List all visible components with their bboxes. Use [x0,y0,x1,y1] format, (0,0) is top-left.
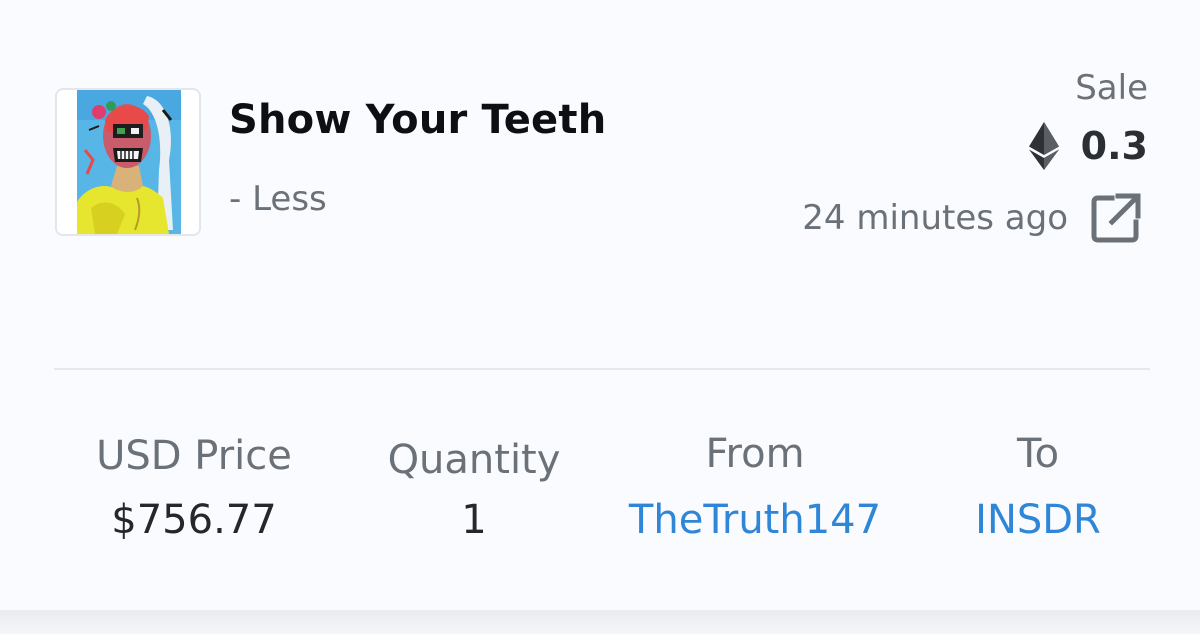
stat-usd-price: USD Price $756.77 [74,430,314,546]
event-type-label: Sale [1075,68,1148,108]
stat-from: From TheTruth147 [600,430,910,546]
time-ago: 24 minutes ago [802,198,1068,238]
to-address-link[interactable]: INSDR [950,494,1126,546]
from-address-link[interactable]: TheTruth147 [600,494,910,546]
transaction-card: Show Your Teeth - Less Sale 0.3 24 minut… [0,0,1200,610]
bottom-shade [0,610,1200,634]
time-row: 24 minutes ago [802,190,1144,246]
usd-price-label: USD Price [96,433,292,479]
from-label: From [705,431,805,477]
eth-price-value: 0.3 [1080,124,1148,168]
divider [54,368,1150,370]
nft-artwork-image [77,90,181,234]
nft-thumbnail[interactable] [55,88,201,236]
stat-to: To INSDR [950,430,1126,546]
price-row: 0.3 [1028,122,1148,170]
quantity-value: 1 [461,497,487,543]
to-label: To [1016,431,1060,477]
usd-price-value: $756.77 [111,497,277,543]
nft-artist: - Less [229,179,327,219]
stat-quantity: Quantity 1 [364,430,584,546]
ethereum-icon [1028,122,1059,170]
quantity-label: Quantity [387,437,561,483]
nft-title[interactable]: Show Your Teeth [229,97,606,143]
external-link-icon[interactable] [1088,190,1144,246]
